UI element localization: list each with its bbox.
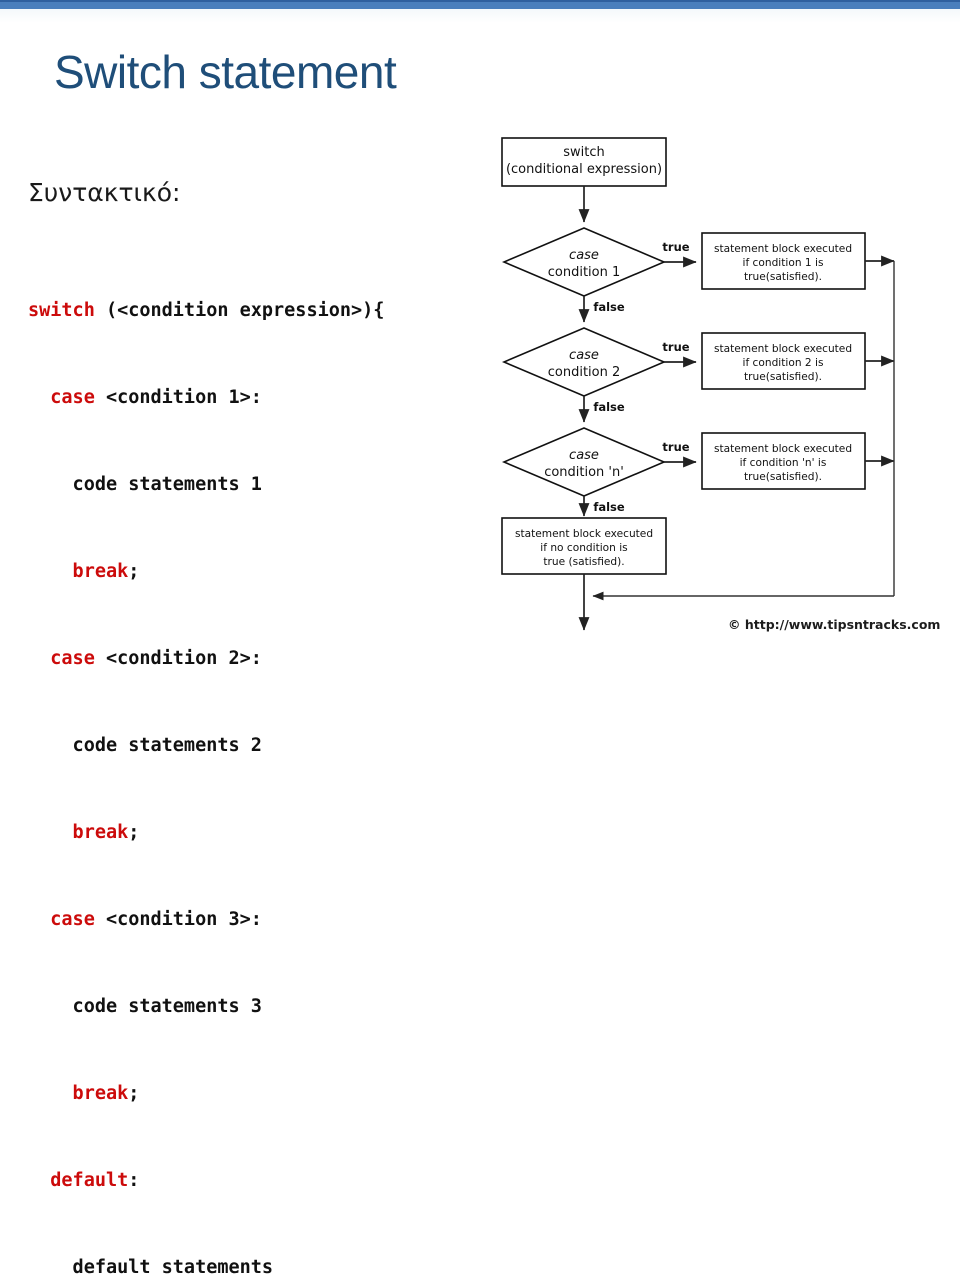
code-text: code statements 2 xyxy=(28,735,262,756)
statement-block-n-line2: if condition 'n' is xyxy=(740,457,827,469)
code-text: (<condition expression>){ xyxy=(94,300,385,321)
code-line: case <condition 2>: xyxy=(28,644,384,673)
switch-flowchart-diagram: switch (conditional expression) case con… xyxy=(480,118,960,640)
code-text: ; xyxy=(128,1083,140,1104)
code-line: break; xyxy=(28,557,384,586)
code-line: default: xyxy=(28,1166,384,1195)
statement-block-1-line2: if condition 1 is xyxy=(743,257,824,269)
edge-label-case1-true: true xyxy=(662,240,689,254)
code-text: code statements 1 xyxy=(28,474,262,495)
statement-block-2-line1: statement block executed xyxy=(714,343,852,355)
edge-label-case2-false: false xyxy=(593,400,625,414)
code-snippet: switch (<condition expression>){ case <c… xyxy=(28,238,384,1280)
code-line: switch (<condition expression>){ xyxy=(28,296,384,325)
case-condition-n-line2: condition 'n' xyxy=(544,465,624,480)
statement-block-2-line2: if condition 2 is xyxy=(743,357,824,369)
edge-label-case2-true: true xyxy=(662,340,689,354)
code-keyword: case xyxy=(28,387,95,408)
case-condition-1-line2: condition 1 xyxy=(548,265,621,280)
code-text: <condition 1>: xyxy=(94,387,262,408)
edge-label-casen-true: true xyxy=(662,440,689,454)
switch-start-box-line2: (conditional expression) xyxy=(506,162,662,177)
default-statement-block-line3: true (satisfied). xyxy=(543,556,624,568)
statement-block-1-line3: true(satisfied). xyxy=(744,271,822,283)
case-condition-2-line2: condition 2 xyxy=(548,365,621,380)
code-keyword: default xyxy=(28,1170,129,1191)
code-line: code statements 2 xyxy=(28,731,384,760)
code-keyword: case xyxy=(28,909,95,930)
code-text: ; xyxy=(128,822,140,843)
code-keyword: break xyxy=(28,822,129,843)
edge-label-casen-false: false xyxy=(593,500,625,514)
switch-start-box-line1: switch xyxy=(563,145,605,160)
code-keyword: case xyxy=(28,648,95,669)
code-text: ; xyxy=(128,561,140,582)
edge-label-case1-false: false xyxy=(593,300,625,314)
case-condition-1-line1: case xyxy=(569,248,599,263)
code-line: break; xyxy=(28,818,384,847)
page-title: Switch statement xyxy=(54,46,397,98)
syntax-heading: Συντακτικό: xyxy=(28,178,181,207)
slide-accent-bar-fade xyxy=(0,9,960,23)
default-statement-block-line2: if no condition is xyxy=(540,542,627,554)
code-line: case <condition 1>: xyxy=(28,383,384,412)
watermark-credit: © http://www.tipsntracks.com xyxy=(728,617,941,632)
code-line: code statements 1 xyxy=(28,470,384,499)
statement-block-n-line3: true(satisfied). xyxy=(744,471,822,483)
code-line: default statements xyxy=(28,1253,384,1280)
statement-block-1-line1: statement block executed xyxy=(714,243,852,255)
code-text: code statements 3 xyxy=(28,996,262,1017)
code-text: <condition 3>: xyxy=(94,909,262,930)
code-line: break; xyxy=(28,1079,384,1108)
code-keyword: switch xyxy=(28,300,95,321)
code-keyword: break xyxy=(28,561,129,582)
code-text: : xyxy=(128,1170,140,1191)
code-text: default statements xyxy=(28,1257,274,1278)
code-line: code statements 3 xyxy=(28,992,384,1021)
case-condition-n-line1: case xyxy=(569,448,599,463)
statement-block-2-line3: true(satisfied). xyxy=(744,371,822,383)
default-statement-block-line1: statement block executed xyxy=(515,528,653,540)
code-keyword: break xyxy=(28,1083,129,1104)
code-text: <condition 2>: xyxy=(94,648,262,669)
code-line: case <condition 3>: xyxy=(28,905,384,934)
case-condition-2-line1: case xyxy=(569,348,599,363)
statement-block-n-line1: statement block executed xyxy=(714,443,852,455)
